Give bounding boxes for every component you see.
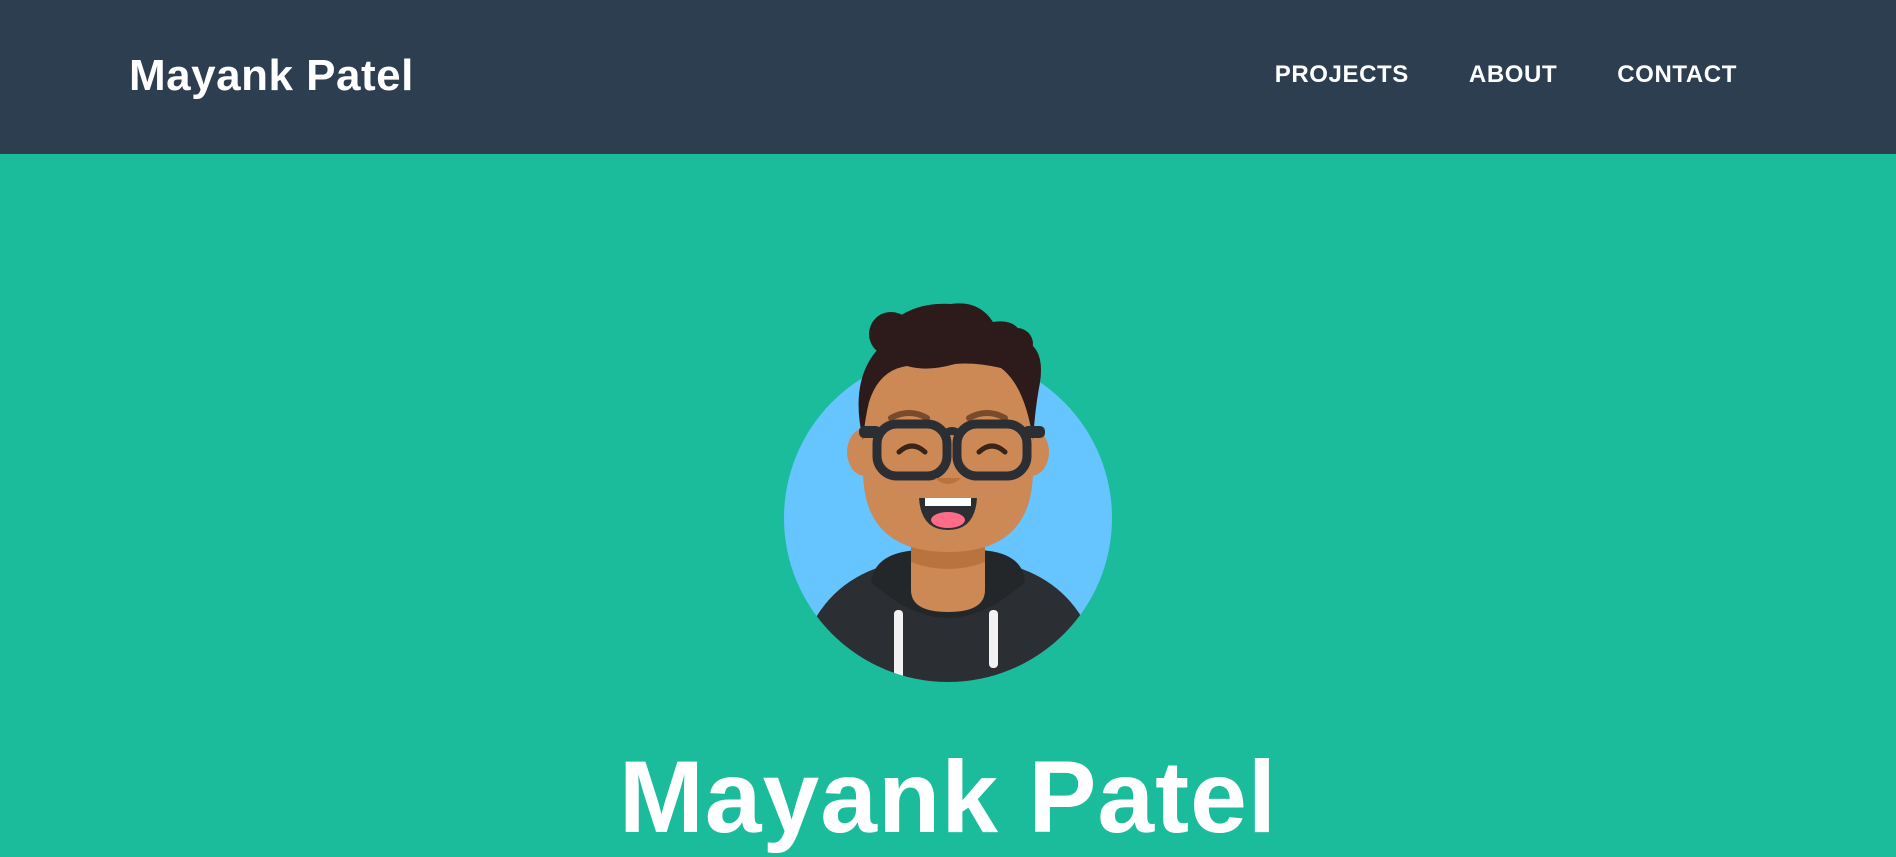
nav-projects-link[interactable]: PROJECTS [1275, 58, 1409, 92]
nav-about-link[interactable]: ABOUT [1469, 58, 1557, 92]
avatar-illustration-icon [784, 303, 1112, 682]
navbar: Mayank Patel PROJECTS ABOUT CONTACT [0, 0, 1896, 154]
hero-title: Mayank Patel [618, 740, 1278, 854]
nav-links: PROJECTS ABOUT CONTACT [1215, 58, 1737, 92]
nav-contact-link[interactable]: CONTACT [1617, 58, 1737, 92]
brand-link[interactable]: Mayank Patel [129, 48, 414, 104]
